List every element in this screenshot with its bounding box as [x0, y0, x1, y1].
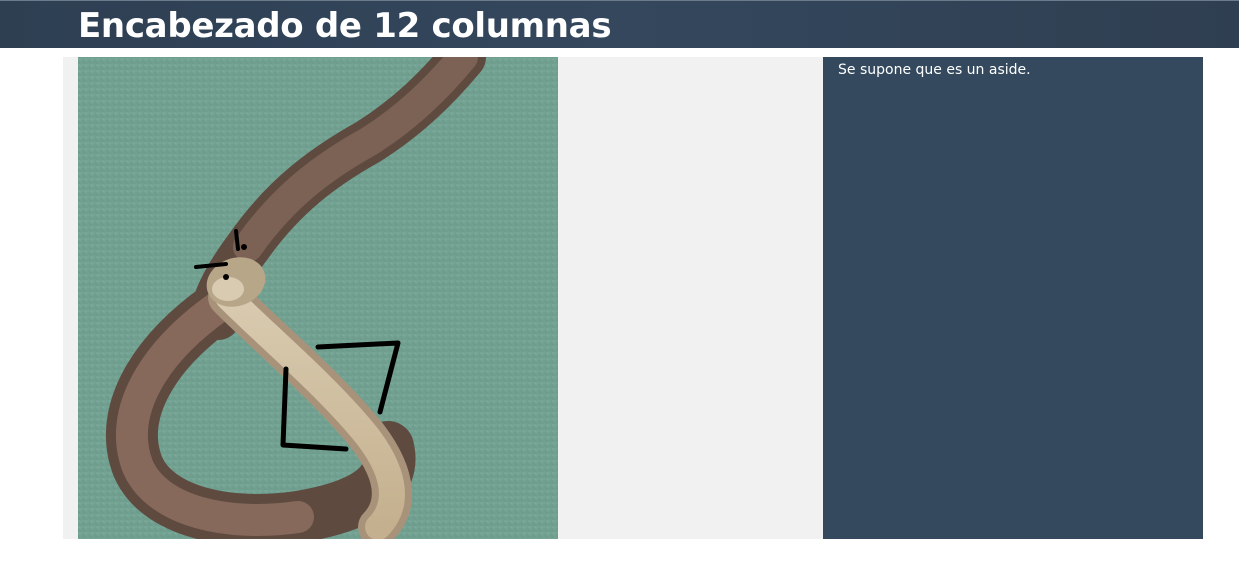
aside-text: Se supone que es un aside.: [838, 62, 1031, 78]
aside-panel: Se supone que es un aside.: [823, 57, 1203, 539]
snake-image: [78, 57, 558, 539]
page-title: Encabezado de 12 columnas: [78, 6, 612, 46]
main-row: Se supone que es un aside.: [63, 57, 1203, 539]
page-header: Encabezado de 12 columnas: [0, 0, 1239, 48]
